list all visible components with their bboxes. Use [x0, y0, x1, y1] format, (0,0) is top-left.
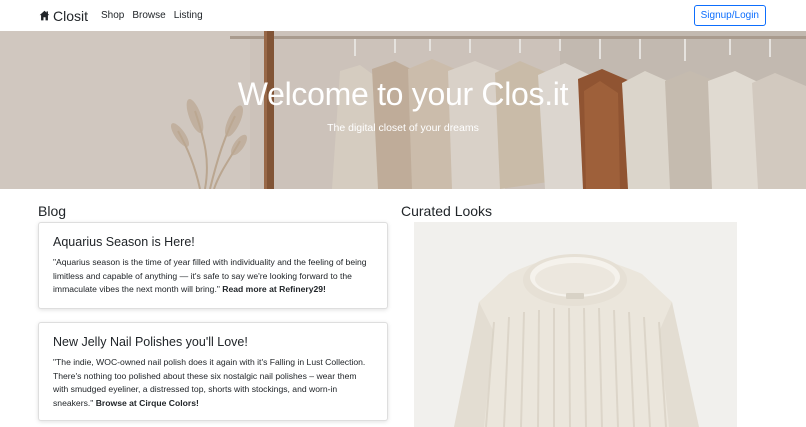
brand-link[interactable]: Closit [39, 8, 88, 24]
nav-link-browse[interactable]: Browse [132, 10, 165, 21]
hero-title: Welcome to your Clos.it [237, 76, 569, 112]
blog-heading: Blog [38, 203, 67, 219]
blog-card-title: Aquarius Season is Here! [53, 235, 195, 249]
curated-looks-heading: Curated Looks [401, 203, 493, 219]
blog-card: Aquarius Season is Here! "Aquarius seaso… [38, 222, 388, 309]
blog-card: New Jelly Nail Polishes you'll Love! "Th… [38, 322, 388, 421]
navbar: Closit Shop Browse Listing Signup/Login [0, 0, 806, 31]
blog-card-title: New Jelly Nail Polishes you'll Love! [53, 335, 248, 349]
curated-look-image[interactable] [414, 222, 737, 427]
nav-links: Shop Browse Listing [101, 10, 211, 21]
blog-card-text: "Aquarius season is the time of year fil… [53, 256, 374, 297]
nav-link-shop[interactable]: Shop [101, 10, 124, 21]
signup-login-button[interactable]: Signup/Login [693, 5, 766, 26]
hero-banner: Welcome to your Clos.it The digital clos… [0, 31, 806, 189]
hero-subtitle: The digital closet of your dreams [327, 122, 479, 134]
nav-link-listing[interactable]: Listing [174, 10, 203, 21]
blog-card-link[interactable]: Browse at Cirque Colors! [96, 398, 199, 408]
blog-card-text: "The indie, WOC-owned nail polish does i… [53, 356, 374, 410]
home-icon [39, 10, 50, 21]
sweater-image [414, 222, 737, 427]
blog-card-link[interactable]: Read more at Refinery29! [222, 284, 326, 294]
brand-name: Closit [53, 7, 89, 24]
